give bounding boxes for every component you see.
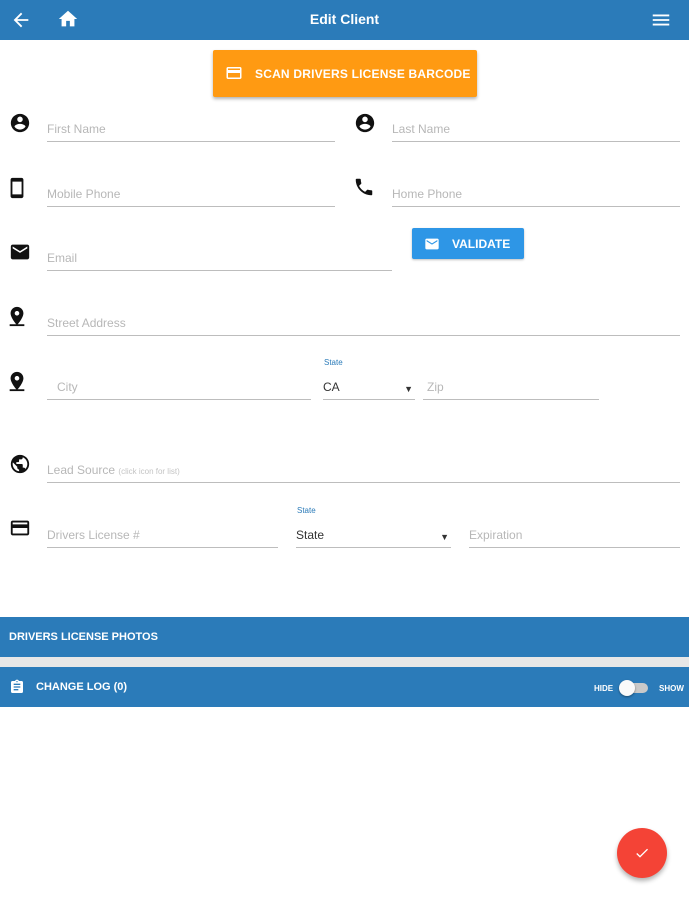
- show-label: SHOW: [659, 684, 684, 693]
- mobile-phone-placeholder: Mobile Phone: [47, 187, 121, 201]
- last-name-field[interactable]: Last Name: [392, 122, 680, 142]
- globe-icon[interactable]: [9, 453, 31, 475]
- credit-card-icon: [10, 520, 30, 536]
- lead-source-label: Lead Source: [47, 463, 116, 477]
- clipboard-icon: [11, 679, 23, 693]
- last-name-placeholder: Last Name: [392, 122, 451, 136]
- section-divider: [0, 657, 689, 667]
- license-number-field[interactable]: Drivers License #: [47, 528, 278, 548]
- lead-source-field[interactable]: Lead Source (click icon for list): [47, 463, 680, 483]
- account-circle-icon: [355, 113, 375, 133]
- validate-button[interactable]: VALIDATE: [412, 228, 524, 259]
- home-phone-placeholder: Home Phone: [392, 187, 463, 201]
- lead-source-hint: (click icon for list): [118, 467, 180, 476]
- drivers-license-photos-label: DRIVERS LICENSE PHOTOS: [9, 631, 158, 643]
- smartphone-icon: [10, 177, 24, 199]
- home-phone-field[interactable]: Home Phone: [392, 187, 680, 207]
- first-name-placeholder: First Name: [47, 122, 106, 136]
- state-value: CA: [323, 380, 340, 394]
- save-fab-button[interactable]: [617, 828, 667, 878]
- page-title: Edit Client: [309, 11, 380, 27]
- lead-source-placeholder: Lead Source (click icon for list): [47, 463, 180, 477]
- state-label: State: [324, 358, 343, 367]
- check-icon: [636, 848, 648, 858]
- scan-license-button[interactable]: SCAN DRIVERS LICENSE BARCODE: [213, 50, 477, 97]
- mobile-phone-field[interactable]: Mobile Phone: [47, 187, 335, 207]
- hamburger-menu-icon[interactable]: [650, 9, 672, 31]
- zip-field[interactable]: Zip: [423, 380, 599, 400]
- zip-placeholder: Zip: [427, 380, 444, 394]
- place-icon: [9, 371, 25, 392]
- email-placeholder: Email: [47, 251, 78, 265]
- toggle-thumb[interactable]: [619, 680, 635, 696]
- account-circle-icon: [10, 113, 30, 133]
- license-state-select[interactable]: State ▼: [296, 528, 451, 548]
- place-icon: [9, 306, 25, 327]
- change-log-label: CHANGE LOG (0): [36, 681, 128, 693]
- dropdown-arrow-icon: ▼: [404, 384, 413, 394]
- change-log-header[interactable]: CHANGE LOG (0) HIDE SHOW: [0, 667, 689, 707]
- mail-icon: [425, 238, 439, 250]
- credit-card-icon: [226, 67, 242, 79]
- first-name-field[interactable]: First Name: [47, 122, 335, 142]
- city-field[interactable]: City: [47, 380, 311, 400]
- street-address-placeholder: Street Address: [47, 316, 126, 330]
- license-number-placeholder: Drivers License #: [47, 528, 140, 542]
- expiration-placeholder: Expiration: [469, 528, 523, 542]
- license-state-label: State: [297, 506, 316, 515]
- hide-label: HIDE: [594, 684, 614, 693]
- expiration-field[interactable]: Expiration: [469, 528, 680, 548]
- app-bar: Edit Client: [0, 0, 689, 40]
- email-field[interactable]: Email: [47, 251, 392, 271]
- drivers-license-photos-header[interactable]: DRIVERS LICENSE PHOTOS: [0, 617, 689, 657]
- dropdown-arrow-icon: ▼: [440, 532, 449, 542]
- state-select[interactable]: CA ▼: [323, 380, 415, 400]
- validate-label: VALIDATE: [452, 237, 511, 251]
- mail-icon: [10, 244, 30, 260]
- scan-license-label: SCAN DRIVERS LICENSE BARCODE: [255, 67, 471, 81]
- city-placeholder: City: [57, 380, 78, 394]
- phone-icon: [355, 178, 373, 196]
- license-state-value: State: [296, 528, 325, 542]
- street-address-field[interactable]: Street Address: [47, 316, 680, 336]
